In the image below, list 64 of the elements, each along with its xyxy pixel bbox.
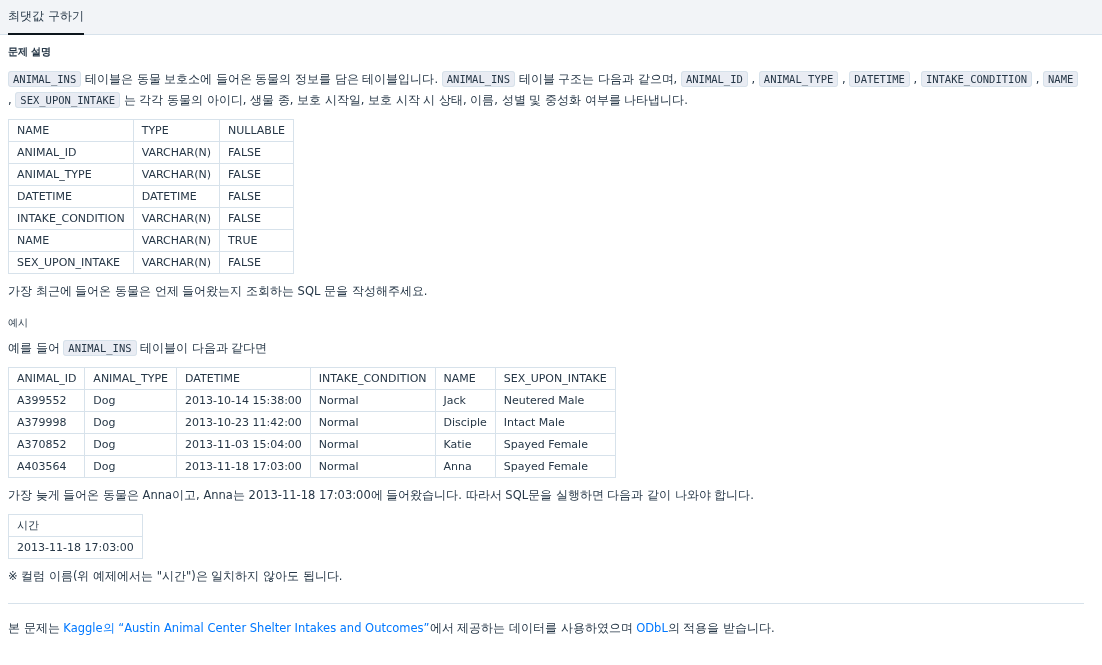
section-heading: 문제 설명 xyxy=(8,45,53,59)
table-cell: Katie xyxy=(435,433,496,456)
link[interactable]: ODbL xyxy=(636,621,668,635)
table-cell: Disciple xyxy=(435,411,496,434)
link[interactable]: Kaggle의 “Austin Animal Center Shelter Intakes and Outcomes” xyxy=(63,621,430,635)
table-cell: DATETIME xyxy=(133,185,220,208)
column-header: ANIMAL_TYPE xyxy=(84,367,177,390)
table-cell: Normal xyxy=(310,433,436,456)
table-cell: NAME xyxy=(8,229,134,252)
column-header: TYPE xyxy=(133,119,220,142)
column-header: NAME xyxy=(8,119,134,142)
table-cell: Anna xyxy=(435,455,496,478)
table-cell: Neutered Male xyxy=(495,389,616,412)
question-text: 가장 최근에 들어온 동물은 언제 들어왔는지 조회하는 SQL 문을 작성해주세요. xyxy=(8,283,429,300)
table-cell: Normal xyxy=(310,455,436,478)
table-cell: VARCHAR(N) xyxy=(133,207,220,230)
table-cell: Dog xyxy=(84,389,177,412)
column-header: DATETIME xyxy=(176,367,311,390)
footer-text: 본 문제는 Kaggle의 “Austin Animal Center Shelter Intakes and Outcomes”에서 제공하는 데이터를 사용하였으며 ODbL의 적용을 받습니다. xyxy=(8,620,776,637)
table-cell: INTAKE_CONDITION xyxy=(8,207,134,230)
note-text: ※ 컬럼 이름(위 예제에서는 "시간")은 일치하지 않아도 됩니다. xyxy=(8,568,344,585)
table-cell: FALSE xyxy=(219,251,294,274)
table-cell: FALSE xyxy=(219,141,294,164)
table-cell: 2013-11-18 17:03:00 xyxy=(8,536,143,559)
table-cell: VARCHAR(N) xyxy=(133,229,220,252)
table-cell: Dog xyxy=(84,411,177,434)
table-cell: DATETIME xyxy=(8,185,134,208)
table-cell: 2013-10-14 15:38:00 xyxy=(176,389,311,412)
table-cell: A379998 xyxy=(8,411,85,434)
table-cell: A370852 xyxy=(8,433,85,456)
table-cell: Dog xyxy=(84,455,177,478)
table-cell: ANIMAL_TYPE xyxy=(8,163,134,186)
table-cell: VARCHAR(N) xyxy=(133,251,220,274)
example-intro: 예를 들어 ANIMAL_INS 테이블이 다음과 같다면 xyxy=(8,339,269,358)
table-cell: FALSE xyxy=(219,163,294,186)
table-cell: 2013-11-18 17:03:00 xyxy=(176,455,311,478)
column-header: ANIMAL_ID xyxy=(8,367,85,390)
column-header: SEX_UPON_INTAKE xyxy=(495,367,616,390)
tab[interactable]: 최댓값 구하기 xyxy=(8,0,84,35)
table-cell: ANIMAL_ID xyxy=(8,141,134,164)
table-cell: FALSE xyxy=(219,207,294,230)
table-cell: FALSE xyxy=(219,185,294,208)
table-cell: Spayed Female xyxy=(495,455,616,478)
column-header: 시간 xyxy=(8,514,143,537)
table-cell: VARCHAR(N) xyxy=(133,163,220,186)
table-cell: 2013-10-23 11:42:00 xyxy=(176,411,311,434)
table-cell: Normal xyxy=(310,411,436,434)
table-cell: Intact Male xyxy=(495,411,616,434)
table-cell: Dog xyxy=(84,433,177,456)
table-cell: Normal xyxy=(310,389,436,412)
table-cell: SEX_UPON_INTAKE xyxy=(8,251,134,274)
table-cell: 2013-11-03 15:04:00 xyxy=(176,433,311,456)
table-cell: TRUE xyxy=(219,229,294,252)
table-cell: Spayed Female xyxy=(495,433,616,456)
column-header: NULLABLE xyxy=(219,119,294,142)
column-header: INTAKE_CONDITION xyxy=(310,367,436,390)
example-heading: 예시 xyxy=(8,316,29,330)
table-cell: A399552 xyxy=(8,389,85,412)
table-cell: Jack xyxy=(435,389,496,412)
explanation-text: 가장 늦게 들어온 동물은 Anna이고, Anna는 2013-11-18 17:03:00에 들어왔습니다. 따라서 SQL문을 실행하면 다음과 같이 나와야 합니다. xyxy=(8,487,756,504)
column-header: NAME xyxy=(435,367,496,390)
description-paragraph: ANIMAL_INS 테이블은 동물 보호소에 들어온 동물의 정보를 담은 테이블입니다. ANIMAL_INS 테이블 구조는 다음과 같으며, ANIMAL_ID , ANIMAL_TYPE , DATETIME , INTAKE_CONDITION , NAME , SEX_UPON_INTAKE 는 각각 동물의 아이디, 생물 종, 보호 시작일, 보호 시작 시 상태, 이름, 성별 및 중성화 여부를 나타냅니다. xyxy=(8,69,1084,111)
table-cell: VARCHAR(N) xyxy=(133,141,220,164)
table-cell: A403564 xyxy=(8,455,85,478)
